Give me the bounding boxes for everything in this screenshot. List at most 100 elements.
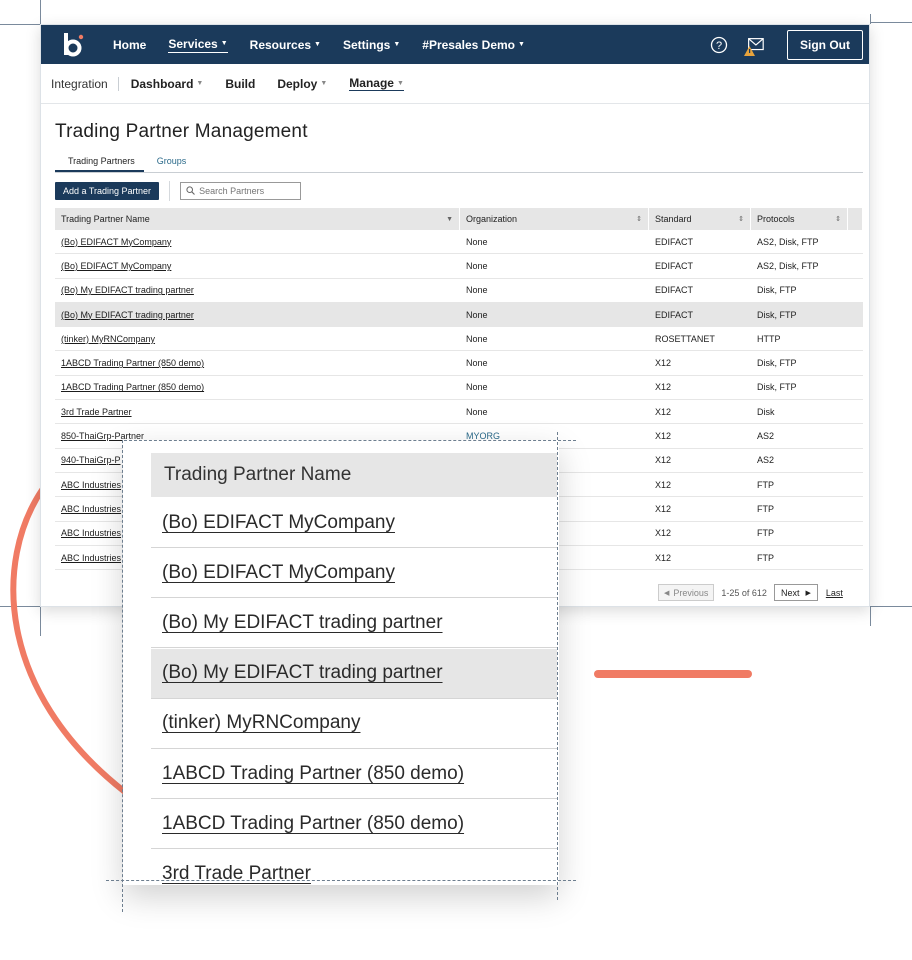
cell-organization: None (466, 285, 488, 296)
table-row[interactable]: 1ABCD Trading Partner (850 demo) None X12 D… (55, 351, 863, 376)
cell-standard: X12 (655, 528, 672, 539)
cell-protocols: AS2 (757, 455, 775, 466)
table-row[interactable]: (Bo) EDIFACT MyCompany None EDIFACT AS2, Di… (55, 254, 863, 279)
cell-partner-name[interactable]: 1ABCD Trading Partner (850 demo) (55, 382, 460, 392)
dashed-guide (106, 880, 576, 881)
cell-organization: None (466, 333, 488, 344)
column-header-name[interactable]: Trading Partner Name ▼ (55, 208, 460, 230)
subnav-item-deploy[interactable]: Deploy ▼ (277, 77, 327, 91)
caret-right-icon: ▶ (805, 589, 811, 597)
cell-protocols: FTP (757, 528, 774, 539)
nav-item-presales-demo[interactable]: #Presales Demo ▼ (422, 38, 525, 52)
cell-standard: ROSETTANET (655, 333, 715, 344)
cell-organization: None (466, 309, 488, 320)
help-icon[interactable]: ? (709, 35, 729, 55)
subnav-item-label: Deploy (277, 76, 318, 91)
zoom-row: (Bo) My EDIFACT trading partner (151, 598, 557, 649)
caret-down-icon: ▼ (314, 41, 321, 48)
column-header-organization[interactable]: Organization ⇕ (460, 208, 649, 230)
cell-partner-name[interactable]: 1ABCD Trading Partner (850 demo) (55, 358, 460, 368)
cell-partner-name[interactable]: (Bo) My EDIFACT trading partner (55, 285, 460, 295)
cell-standard: X12 (655, 382, 672, 393)
zoom-partner-name: 1ABCD Trading Partner (850 demo) (162, 812, 465, 834)
zoom-partner-name: 1ABCD Trading Partner (850 demo) (162, 762, 465, 784)
column-header-protocols[interactable]: Protocols ⇕ (751, 208, 848, 230)
cell-protocols: Disk, FTP (757, 309, 797, 320)
sub-navigation: Integration Dashboard ▼ Build Deploy ▼ Manage… (41, 64, 869, 104)
guide-line (870, 606, 871, 626)
nav-item-resources[interactable]: Resources ▼ (250, 38, 321, 52)
guide-line (870, 22, 912, 23)
nav-item-label: Settings (342, 37, 391, 52)
column-header-standard[interactable]: Standard ⇕ (649, 208, 751, 230)
cell-partner-name[interactable]: (tinker) MyRNCompany (55, 334, 460, 344)
cell-protocols: HTTP (757, 333, 781, 344)
cell-partner-name[interactable]: (Bo) EDIFACT MyCompany (55, 237, 460, 247)
subnav-item-build[interactable]: Build (225, 77, 255, 91)
last-page-link[interactable]: Last (826, 588, 843, 598)
caret-down-icon: ▼ (396, 79, 404, 87)
sort-down-icon: ▼ (446, 215, 453, 223)
table-row[interactable]: 3rd Trade Partner None X12 Disk (55, 400, 863, 425)
caret-down-icon: ▼ (518, 41, 525, 48)
cell-standard: X12 (655, 503, 672, 514)
caret-down-icon: ▼ (196, 80, 204, 87)
cell-partner-name[interactable]: (Bo) My EDIFACT trading partner (55, 310, 460, 320)
sort-icon: ⇕ (738, 216, 744, 223)
tab-trading-partners[interactable]: Trading Partners (55, 154, 144, 172)
mail-icon[interactable] (744, 35, 765, 56)
caret-left-icon: ◀ (664, 589, 670, 597)
sort-icon: ⇕ (835, 216, 841, 223)
guide-line (870, 606, 912, 607)
nav-item-services[interactable]: Services ▼ (168, 37, 228, 53)
sort-icon: ⇕ (636, 216, 642, 223)
search-input[interactable] (199, 186, 300, 196)
column-header-spacer (848, 208, 863, 230)
zoom-row: 1ABCD Trading Partner (850 demo) (151, 799, 557, 850)
cell-standard: X12 (655, 552, 672, 563)
subnav-item-dashboard[interactable]: Dashboard ▼ (131, 77, 204, 91)
guide-line (870, 14, 871, 24)
cell-organization: None (466, 382, 488, 393)
zoom-partner-name: (Bo) My EDIFACT trading partner (162, 611, 443, 633)
guide-line (40, 0, 41, 24)
cell-partner-name[interactable]: 3rd Trade Partner (55, 407, 460, 417)
caret-down-icon: ▼ (220, 40, 228, 47)
zoom-row: 1ABCD Trading Partner (850 demo) (151, 749, 557, 799)
nav-item-settings[interactable]: Settings ▼ (343, 38, 400, 52)
cell-protocols: AS2, Disk, FTP (757, 260, 819, 271)
nav-item-home[interactable]: Home (113, 38, 146, 52)
previous-button[interactable]: ◀ Previous (658, 584, 715, 601)
table-row[interactable]: 1ABCD Trading Partner (850 demo) None X12 D… (55, 376, 863, 401)
svg-text:?: ? (716, 40, 722, 52)
cell-partner-name[interactable]: (Bo) EDIFACT MyCompany (55, 261, 460, 271)
pagination: ◀ Previous 1-25 of 612 Next ▶ Last (658, 584, 843, 601)
subnav-item-label: Manage (349, 76, 394, 90)
boomi-logo-icon[interactable] (61, 32, 85, 58)
table-row[interactable]: (tinker) MyRNCompany None ROSETTANET HTTP (55, 327, 863, 352)
caret-down-icon: ▼ (393, 41, 401, 48)
toolbar: Add a Trading Partner (55, 181, 302, 201)
table-row[interactable]: (Bo) My EDIFACT trading partner None EDIFA… (55, 279, 863, 303)
cell-protocols: Disk, FTP (757, 358, 797, 369)
dashed-guide (557, 432, 558, 900)
subnav-item-label: Build (225, 76, 256, 91)
integration-label: Integration (51, 76, 119, 91)
table-row[interactable]: (Bo) My EDIFACT trading partner None EDIFA… (55, 302, 863, 328)
warning-icon (744, 43, 755, 61)
search-box (180, 182, 302, 200)
toolbar-divider (169, 181, 171, 201)
page-count: 1-25 of 612 (721, 587, 767, 598)
table-row[interactable]: (Bo) EDIFACT MyCompany None EDIFACT AS2, Di… (55, 230, 863, 255)
add-trading-partner-button[interactable]: Add a Trading Partner (55, 182, 160, 200)
tab-groups[interactable]: Groups (144, 154, 194, 172)
nav-item-label: Resources (249, 37, 312, 52)
sign-out-button[interactable]: Sign Out (787, 29, 863, 60)
zoom-callout: Trading Partner Name (Bo) EDIFACT MyComp… (123, 440, 559, 885)
cell-protocols: AS2 (757, 431, 775, 442)
zoom-row: (Bo) EDIFACT MyCompany (151, 498, 557, 548)
zoom-row: (Bo) My EDIFACT trading partner (151, 648, 557, 699)
subnav-item-manage[interactable]: Manage ▼ (349, 76, 404, 91)
cell-protocols: AS2, Disk, FTP (757, 236, 819, 247)
next-button[interactable]: Next ▶ (773, 584, 818, 601)
